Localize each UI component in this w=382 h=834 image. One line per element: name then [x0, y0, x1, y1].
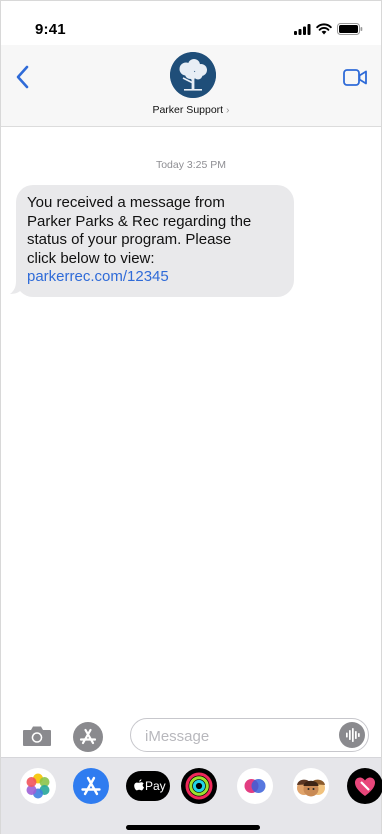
- heart-stickers-app[interactable]: [347, 768, 382, 804]
- apple-pay-icon: [134, 779, 144, 791]
- conversation-header: Parker Support ›: [1, 45, 381, 127]
- memoji-icon: [297, 779, 325, 797]
- phone-frame: 9:41 Parker Support › Today 3:25 PM You …: [0, 0, 382, 834]
- home-indicator[interactable]: [126, 825, 260, 830]
- apple-pay-label: Pay: [145, 779, 166, 793]
- status-time: 9:41: [35, 21, 66, 38]
- heart-stickers-icon: [355, 777, 375, 796]
- compose-bar: [1, 713, 381, 757]
- battery-icon: [337, 23, 363, 35]
- photos-icon: [26, 773, 50, 799]
- message-timestamp: Today 3:25 PM: [155, 159, 227, 171]
- audio-waveform-icon: [346, 728, 360, 742]
- contact-avatar[interactable]: [170, 52, 216, 98]
- apps-button[interactable]: [73, 722, 103, 752]
- message-input[interactable]: [145, 725, 325, 747]
- contact-name: Parker Support: [152, 104, 224, 116]
- app-store-app[interactable]: [73, 768, 109, 804]
- status-bar: 9:41: [1, 1, 381, 45]
- chevron-left-icon: [16, 65, 29, 89]
- memoji-app[interactable]: [293, 768, 329, 804]
- digital-touch-app[interactable]: [237, 768, 273, 804]
- message-line: status of your program. Please: [27, 231, 232, 248]
- audio-message-button[interactable]: [339, 722, 365, 748]
- app-store-icon: [81, 776, 101, 796]
- message-line: You received a message from: [27, 194, 225, 211]
- wifi-icon: [316, 23, 332, 35]
- back-button[interactable]: [15, 65, 29, 94]
- status-icons: [294, 23, 363, 35]
- message-line: click below to view:: [27, 249, 155, 267]
- contact-name-button[interactable]: Parker Support ›: [1, 104, 381, 116]
- photos-app[interactable]: [20, 768, 56, 804]
- activity-icon: [185, 772, 213, 800]
- video-call-icon: [343, 69, 367, 86]
- activity-app[interactable]: [181, 768, 217, 804]
- app-store-icon: [79, 728, 97, 745]
- tree-logo-icon: [170, 52, 216, 98]
- message-line: Parker Parks & Rec regarding the: [27, 212, 252, 230]
- chevron-right-icon: ›: [226, 104, 230, 116]
- apple-pay-app[interactable]: Pay: [126, 771, 170, 801]
- message-bubble[interactable]: You received a message from Parker Parks…: [16, 185, 294, 297]
- signal-icon: [294, 23, 311, 35]
- digital-touch-icon: [244, 779, 266, 793]
- video-call-button[interactable]: [343, 69, 367, 91]
- app-drawer: Pay: [1, 757, 382, 834]
- message-link[interactable]: parkerrec.com/12345: [27, 268, 282, 287]
- camera-icon: [23, 726, 51, 746]
- imessage-field[interactable]: [130, 718, 369, 752]
- camera-button[interactable]: [22, 725, 52, 752]
